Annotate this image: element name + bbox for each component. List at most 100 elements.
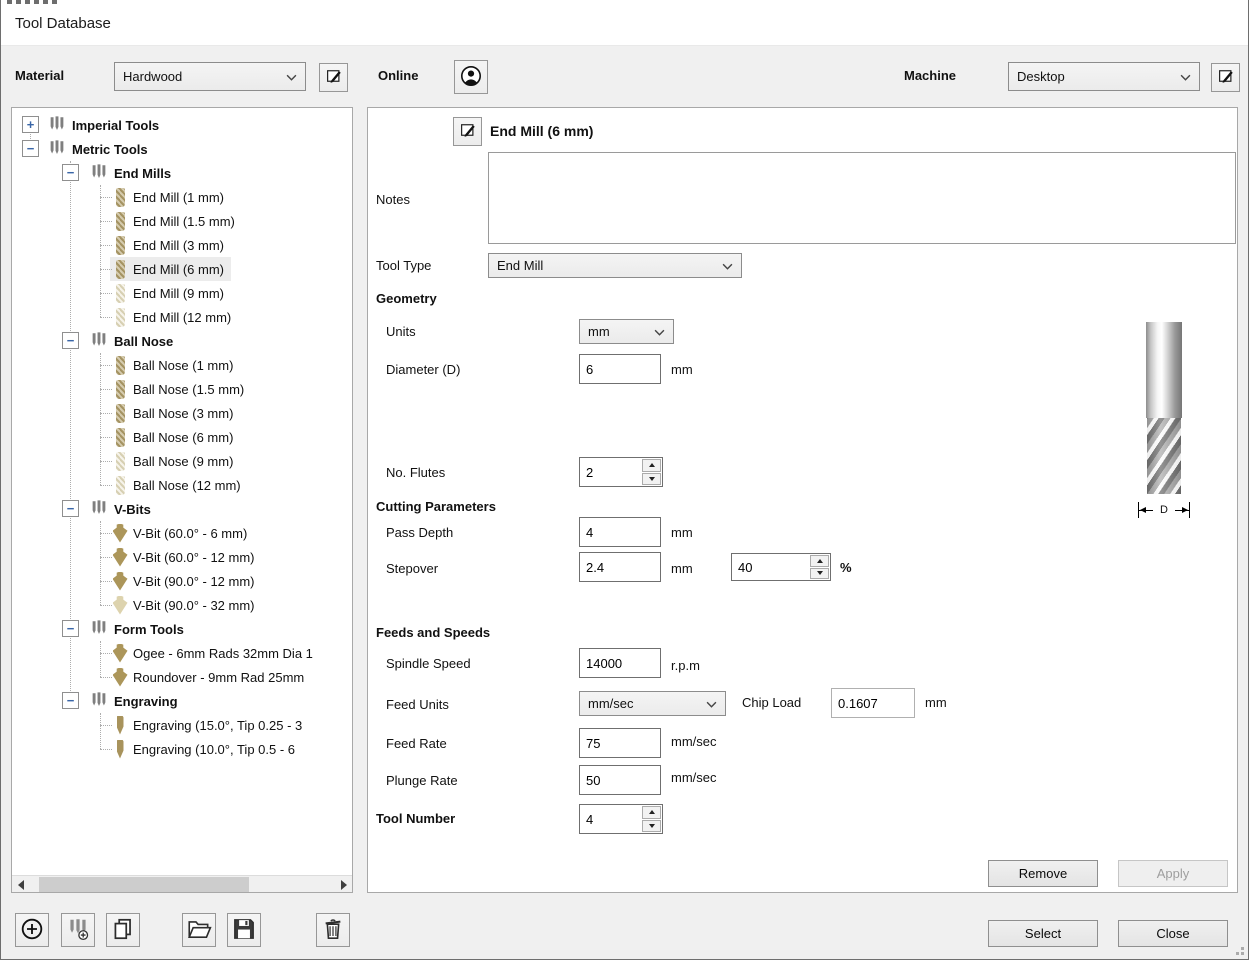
- tree-row[interactable]: −Metric Tools: [12, 137, 352, 161]
- tree-row[interactable]: V-Bit (90.0° - 12 mm): [12, 569, 352, 593]
- expand-plus-icon[interactable]: +: [22, 116, 39, 133]
- export-tool-database-button[interactable]: [227, 913, 261, 947]
- tree-row[interactable]: Ball Nose (9 mm): [12, 449, 352, 473]
- notes-textarea[interactable]: [488, 152, 1236, 244]
- machine-dropdown[interactable]: Desktop: [1008, 62, 1200, 91]
- plunge-rate-input[interactable]: [579, 765, 661, 795]
- tree-item-hit[interactable]: Metric Tools: [45, 137, 155, 161]
- close-button[interactable]: Close: [1118, 920, 1228, 947]
- tree-row[interactable]: Engraving (15.0°, Tip 0.25 - 3: [12, 713, 352, 737]
- online-account-button[interactable]: [454, 60, 488, 94]
- collapse-minus-icon[interactable]: −: [62, 164, 79, 181]
- spin-up-icon[interactable]: [642, 806, 661, 819]
- tree-row[interactable]: −V-Bits: [12, 497, 352, 521]
- tree-row[interactable]: V-Bit (90.0° - 32 mm): [12, 593, 352, 617]
- tree-row[interactable]: Ball Nose (1 mm): [12, 353, 352, 377]
- tree-row[interactable]: End Mill (1.5 mm): [12, 209, 352, 233]
- tree-row[interactable]: End Mill (3 mm): [12, 233, 352, 257]
- tree-row[interactable]: End Mill (9 mm): [12, 281, 352, 305]
- tree-item-hit[interactable]: V-Bit (60.0° - 6 mm): [110, 521, 254, 545]
- collapse-minus-icon[interactable]: −: [62, 620, 79, 637]
- tree-row[interactable]: Ball Nose (1.5 mm): [12, 377, 352, 401]
- spin-up-icon[interactable]: [810, 555, 829, 567]
- tree-item-hit[interactable]: Ball Nose (6 mm): [110, 425, 240, 449]
- tree-item-hit[interactable]: End Mill (6 mm): [110, 257, 231, 281]
- flutes-input[interactable]: [580, 458, 641, 486]
- select-button[interactable]: Select: [988, 920, 1098, 947]
- spindle-speed-input[interactable]: [579, 648, 661, 678]
- tree-row[interactable]: Engraving (10.0°, Tip 0.5 - 6: [12, 737, 352, 761]
- tree-row[interactable]: End Mill (6 mm): [12, 257, 352, 281]
- scroll-left-icon[interactable]: [12, 876, 29, 893]
- scroll-right-icon[interactable]: [335, 876, 352, 893]
- spin-down-icon[interactable]: [642, 820, 661, 833]
- tree-row[interactable]: −Form Tools: [12, 617, 352, 641]
- tree-item-hit[interactable]: Form Tools: [87, 617, 191, 641]
- spin-down-icon[interactable]: [642, 473, 661, 486]
- tree-item-hit[interactable]: Imperial Tools: [45, 113, 166, 137]
- feed-rate-input[interactable]: [579, 728, 661, 758]
- tree-item-hit[interactable]: Engraving (10.0°, Tip 0.5 - 6: [110, 737, 302, 761]
- tree-item-hit[interactable]: V-Bit (60.0° - 12 mm): [110, 545, 262, 569]
- tree-item-hit[interactable]: Ball Nose (1 mm): [110, 353, 240, 377]
- tree-row[interactable]: V-Bit (60.0° - 6 mm): [12, 521, 352, 545]
- tree-item-hit[interactable]: Engraving: [87, 689, 185, 713]
- tree-item-hit[interactable]: Ogee - 6mm Rads 32mm Dia 1: [110, 641, 320, 665]
- flutes-stepper[interactable]: [579, 457, 663, 487]
- tree-row[interactable]: Ogee - 6mm Rads 32mm Dia 1: [12, 641, 352, 665]
- tree-row[interactable]: Roundover - 9mm Rad 25mm: [12, 665, 352, 689]
- tool-number-input[interactable]: [580, 805, 641, 833]
- collapse-minus-icon[interactable]: −: [62, 692, 79, 709]
- tree-item-hit[interactable]: V-Bit (90.0° - 32 mm): [110, 593, 262, 617]
- new-tool-group-button[interactable]: [61, 913, 95, 947]
- tree-horizontal-scrollbar[interactable]: [12, 875, 352, 892]
- stepover-percent-stepper[interactable]: [731, 553, 831, 581]
- tree-item-hit[interactable]: V-Bit (90.0° - 12 mm): [110, 569, 262, 593]
- pass-depth-input[interactable]: [579, 517, 661, 547]
- tree-row[interactable]: + Imperial Tools: [12, 113, 352, 137]
- tree-item-hit[interactable]: End Mill (9 mm): [110, 281, 231, 305]
- delete-tool-button[interactable]: [316, 913, 350, 947]
- edit-material-button[interactable]: [319, 63, 348, 92]
- scrollbar-thumb[interactable]: [39, 877, 249, 892]
- tree-row[interactable]: −Engraving: [12, 689, 352, 713]
- import-tool-database-button[interactable]: [182, 913, 216, 947]
- tree-item-hit[interactable]: Ball Nose: [87, 329, 180, 353]
- new-tool-button[interactable]: [15, 913, 49, 947]
- tree-item-hit[interactable]: End Mills: [87, 161, 178, 185]
- collapse-minus-icon[interactable]: −: [22, 140, 39, 157]
- tree-row[interactable]: Ball Nose (12 mm): [12, 473, 352, 497]
- tool-type-dropdown[interactable]: End Mill: [488, 253, 742, 278]
- tree-row[interactable]: V-Bit (60.0° - 12 mm): [12, 545, 352, 569]
- tree-row[interactable]: End Mill (12 mm): [12, 305, 352, 329]
- edit-tool-name-button[interactable]: [453, 117, 482, 146]
- tree-item-hit[interactable]: Engraving (15.0°, Tip 0.25 - 3: [110, 713, 309, 737]
- units-dropdown[interactable]: mm: [579, 319, 674, 344]
- tree-item-hit[interactable]: Ball Nose (3 mm): [110, 401, 240, 425]
- tree-item-hit[interactable]: Ball Nose (1.5 mm): [110, 377, 251, 401]
- tree-item-hit[interactable]: Ball Nose (9 mm): [110, 449, 240, 473]
- collapse-minus-icon[interactable]: −: [62, 332, 79, 349]
- apply-button[interactable]: Apply: [1118, 860, 1228, 887]
- tree-item-hit[interactable]: Roundover - 9mm Rad 25mm: [110, 665, 311, 689]
- tree-row[interactable]: −Ball Nose: [12, 329, 352, 353]
- feed-units-dropdown[interactable]: mm/sec: [579, 691, 726, 716]
- spin-up-icon[interactable]: [642, 459, 661, 472]
- collapse-minus-icon[interactable]: −: [62, 500, 79, 517]
- tree-row[interactable]: Ball Nose (3 mm): [12, 401, 352, 425]
- tree-item-hit[interactable]: End Mill (12 mm): [110, 305, 238, 329]
- spin-down-icon[interactable]: [810, 568, 829, 580]
- tree-row[interactable]: End Mill (1 mm): [12, 185, 352, 209]
- tool-number-stepper[interactable]: [579, 804, 663, 834]
- edit-machine-button[interactable]: [1211, 63, 1240, 92]
- resize-grip[interactable]: [1232, 943, 1244, 955]
- remove-button[interactable]: Remove: [988, 860, 1098, 887]
- tree-row[interactable]: −End Mills: [12, 161, 352, 185]
- tree-item-hit[interactable]: End Mill (3 mm): [110, 233, 231, 257]
- tree-item-hit[interactable]: Ball Nose (12 mm): [110, 473, 248, 497]
- tree-item-hit[interactable]: End Mill (1.5 mm): [110, 209, 242, 233]
- tree-item-hit[interactable]: V-Bits: [87, 497, 158, 521]
- tree-item-hit[interactable]: End Mill (1 mm): [110, 185, 231, 209]
- material-dropdown[interactable]: Hardwood: [114, 62, 306, 91]
- tree-row[interactable]: Ball Nose (6 mm): [12, 425, 352, 449]
